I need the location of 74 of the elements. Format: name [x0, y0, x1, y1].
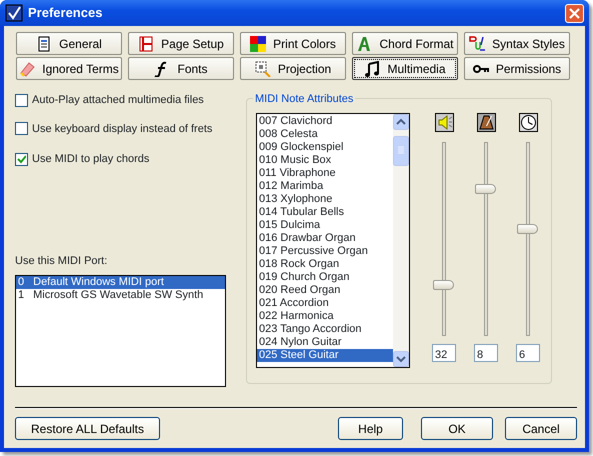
scroll-up-icon — [393, 114, 409, 130]
tab[interactable]: Ignored Terms — [16, 57, 122, 80]
scroll-thumb-icon — [393, 136, 409, 166]
scroll-down-icon — [393, 351, 409, 367]
list-item[interactable]: 024 Nylon Guitar — [257, 336, 393, 349]
port-name: Microsoft GS Wavetable SW Synth — [33, 289, 204, 302]
list-item[interactable]: 1 Microsoft GS Wavetable SW Synth — [16, 289, 225, 302]
projection-icon — [254, 60, 271, 76]
tab[interactable]: Fonts — [128, 57, 234, 80]
page-icon — [138, 36, 154, 52]
dialog-button[interactable]: Cancel — [505, 417, 577, 440]
eraser-icon — [19, 60, 36, 76]
checkbox[interactable] — [15, 152, 28, 166]
close-button[interactable] — [565, 4, 584, 22]
dialog-button[interactable]: OK — [421, 417, 493, 440]
tab[interactable]: Print Colors — [240, 32, 346, 55]
list-item[interactable]: 022 Harmonica — [257, 310, 393, 323]
value-field[interactable]: 6 — [516, 344, 540, 362]
checkbox[interactable] — [15, 122, 28, 136]
port-name: Default Windows MIDI port — [33, 276, 164, 289]
list-item[interactable]: 011 Vibraphone — [257, 167, 393, 180]
checkbox-label: Auto-Play attached multimedia files — [32, 93, 204, 108]
close-icon — [569, 8, 580, 18]
checkbox-label: Use keyboard display instead of frets — [32, 122, 212, 136]
checkmark-icon — [5, 4, 23, 22]
slider-thumb[interactable] — [433, 280, 454, 290]
checkmark-icon — [17, 154, 26, 164]
list-item[interactable]: 008 Celesta — [257, 128, 393, 141]
list-item[interactable]: 015 Dulcima — [257, 219, 393, 232]
tab[interactable]: Chord Format — [352, 32, 458, 55]
value-field[interactable]: 32 — [432, 344, 456, 362]
dialog-button[interactable]: Help — [338, 417, 403, 440]
tab[interactable]: Page Setup — [128, 32, 234, 55]
scrollbar[interactable] — [393, 114, 409, 367]
list-item[interactable]: 019 Church Organ — [257, 271, 393, 284]
list-item[interactable]: 013 Xylophone — [257, 193, 393, 206]
clock-icon — [518, 113, 538, 132]
tab[interactable]: General — [16, 32, 122, 55]
color-squares-icon — [250, 36, 266, 52]
value-field[interactable]: 8 — [474, 344, 498, 362]
list-item[interactable]: 018 Rock Organ — [257, 258, 393, 271]
metronome-icon — [476, 113, 496, 132]
tab[interactable]: Permissions — [464, 57, 570, 80]
tab[interactable]: Multimedia — [352, 57, 458, 80]
list-item[interactable]: 012 Marimba — [257, 180, 393, 193]
tab[interactable]: Syntax Styles — [464, 32, 570, 55]
window-title: Preferences — [28, 4, 102, 22]
list-item[interactable]: 025 Steel Guitar — [257, 349, 393, 362]
port-number: 1 — [18, 289, 24, 302]
list-item[interactable]: 009 Glockenspiel — [257, 141, 393, 154]
list-item[interactable]: 023 Tango Accordion — [257, 323, 393, 336]
music-note-icon — [364, 60, 380, 76]
speaker-icon — [434, 113, 454, 132]
midi-port-label: Use this MIDI Port: — [15, 254, 108, 269]
tab[interactable]: Projection — [240, 57, 346, 80]
slider-thumb[interactable] — [475, 184, 496, 194]
midi-port-list[interactable]: 0 Default Windows MIDI port 1 Microsoft GS Wavetable SW Synth — [15, 275, 226, 387]
document-icon — [36, 36, 52, 52]
restore-defaults-button[interactable]: Restore ALL Defaults — [15, 417, 160, 440]
port-number: 0 — [18, 276, 24, 289]
list-item[interactable]: 014 Tubular Bells — [257, 206, 393, 219]
letter-icon — [356, 36, 372, 52]
list-item[interactable]: 017 Percussive Organ — [257, 245, 393, 258]
checkbox-label: Use MIDI to play chords — [32, 152, 150, 167]
list-item[interactable]: 021 Accordion — [257, 297, 393, 310]
styles-icon — [469, 36, 486, 52]
list-item[interactable]: 016 Drawbar Organ — [257, 232, 393, 245]
list-item[interactable]: 007 Clavichord — [257, 115, 393, 128]
list-item[interactable]: 0 Default Windows MIDI port — [16, 276, 225, 289]
checkbox[interactable] — [15, 94, 28, 107]
list-item[interactable]: 020 Reed Organ — [257, 284, 393, 297]
instrument-list[interactable] — [256, 113, 410, 368]
list-item[interactable]: 010 Music Box — [257, 154, 393, 167]
slider-thumb[interactable] — [517, 224, 538, 234]
